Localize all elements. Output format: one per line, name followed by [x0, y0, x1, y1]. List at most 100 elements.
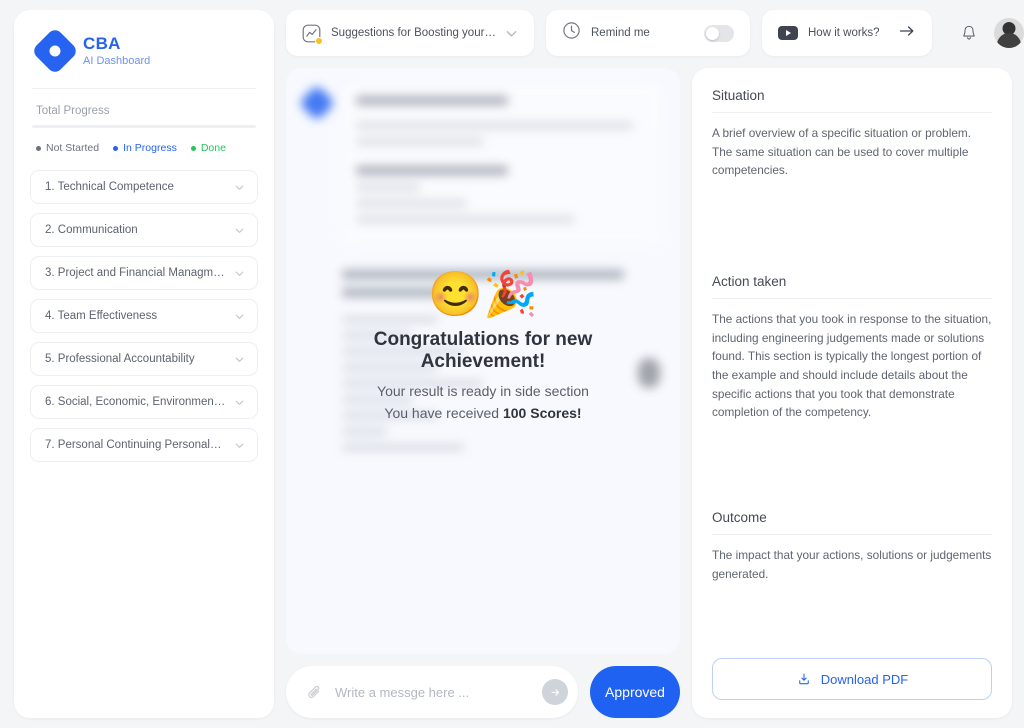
approved-button[interactable]: Approved: [590, 666, 680, 718]
bell-icon: [963, 25, 975, 40]
diamond-logo-icon: [30, 26, 80, 76]
suggestions-label: Suggestions for Boosting your CV: [331, 27, 497, 39]
text-line: [356, 200, 467, 207]
message-composer[interactable]: [286, 666, 578, 718]
legend-item-done: Done: [190, 142, 226, 154]
app-root: CBA AI Dashboard Total Progress Not Star…: [0, 0, 1024, 728]
text-line: [356, 96, 508, 105]
competency-label: 7. Personal Continuing PersonalDevelop..…: [45, 439, 234, 451]
section-body: A brief overview of a specific situation…: [712, 126, 971, 178]
section-divider: [712, 298, 992, 299]
score-value: 100 Scores!: [502, 404, 582, 421]
chevron-down-icon: [235, 271, 244, 276]
sidebar-item-team-effectiveness[interactable]: 4. Team Effectiveness: [30, 299, 258, 333]
paperclip-icon[interactable]: [306, 684, 323, 701]
remind-left: Remind me: [562, 21, 650, 45]
competency-label: 4. Team Effectiveness: [45, 310, 158, 322]
status-legend: Not Started In Progress Done: [36, 142, 258, 154]
legend-item-not-started: Not Started: [36, 142, 99, 154]
legend-item-in-progress: In Progress: [113, 142, 177, 154]
sidebar: CBA AI Dashboard Total Progress Not Star…: [14, 10, 274, 718]
congratulations-line-2: You have received 100 Scores!: [310, 403, 656, 425]
message-input[interactable]: [335, 684, 530, 700]
remind-me-toggle[interactable]: [704, 24, 734, 42]
user-avatar[interactable]: [994, 18, 1024, 48]
status-dot-in-progress: [113, 145, 119, 151]
competency-label: 3. Project and Financial Managment: [45, 267, 230, 279]
chevron-down-icon: [235, 185, 244, 190]
brand-title: CBA: [83, 34, 121, 54]
chat-panel: 😊🎉 Congratulations for new Achievement! …: [286, 68, 680, 654]
sidebar-item-communication[interactable]: 2. Communication: [30, 213, 258, 247]
section-divider: [712, 534, 992, 535]
assistant-message: [298, 84, 662, 244]
score-prefix: You have received: [384, 404, 503, 421]
text-line: [356, 138, 485, 145]
chevron-down-icon: [235, 443, 244, 448]
celebration-emoji-icon: 😊🎉: [428, 270, 538, 319]
notification-badge-dot: [315, 36, 323, 45]
sidebar-item-personal-continuing-development[interactable]: 7. Personal Continuing PersonalDevelop..…: [30, 428, 258, 462]
section-situation: Situation A brief overview of a specific…: [712, 88, 992, 274]
suggestions-left: Suggestions for Boosting your CV: [302, 24, 497, 45]
chevron-down-icon: [235, 228, 244, 233]
details-panel: Situation A brief overview of a specific…: [692, 68, 1012, 718]
send-message-button[interactable]: [542, 679, 568, 705]
text-line: [356, 184, 421, 191]
legend-label-done: Done: [200, 142, 226, 154]
section-title: Situation: [712, 88, 765, 103]
competency-label: 1. Technical Competence: [45, 181, 174, 193]
section-body: The impact that your actions, solutions …: [712, 548, 992, 581]
text-line: [356, 216, 575, 223]
sidebar-divider: [32, 88, 256, 89]
section-title: Action taken: [712, 274, 787, 289]
how-it-works-left: How it works?: [778, 26, 880, 40]
download-pdf-button[interactable]: Download PDF: [712, 658, 992, 700]
notifications-button[interactable]: [956, 20, 982, 46]
chevron-down-icon: [235, 400, 244, 405]
status-dot-done: [190, 145, 196, 151]
text-line: [356, 166, 508, 175]
competency-list: 1. Technical Competence 2. Communication…: [30, 170, 258, 462]
text-line: [342, 428, 387, 435]
topbar: Suggestions for Boosting your CV Remind …: [286, 10, 1024, 56]
chat-column: 😊🎉 Congratulations for new Achievement! …: [286, 68, 680, 718]
text-line: [342, 444, 464, 451]
competency-label: 2. Communication: [45, 224, 138, 236]
sidebar-item-project-and-financial-managment[interactable]: 3. Project and Financial Managment: [30, 256, 258, 290]
brand-subtitle: AI Dashboard: [83, 54, 151, 67]
chat-input-row: Approved: [286, 666, 680, 718]
assistant-message-card: [342, 84, 662, 244]
how-it-works-label: How it works?: [808, 27, 880, 39]
suggestions-dropdown[interactable]: Suggestions for Boosting your CV: [286, 10, 534, 56]
status-dot-not-started: [36, 145, 41, 151]
section-action-taken: Action taken The actions that you took i…: [712, 274, 992, 510]
congratulations-line-1: Your result is ready in side section: [377, 383, 589, 399]
how-it-works-card[interactable]: How it works?: [762, 10, 932, 56]
chevron-down-icon: [235, 357, 244, 362]
chevron-down-icon: [235, 314, 244, 319]
remind-me-card[interactable]: Remind me: [546, 10, 750, 56]
assistant-avatar-icon: [298, 84, 336, 122]
remind-me-label: Remind me: [591, 27, 650, 39]
download-icon: [798, 673, 809, 685]
chevron-down-icon: [506, 30, 517, 37]
congratulations-subtitle: Your result is ready in side section You…: [310, 381, 656, 424]
main-column: Suggestions for Boosting your CV Remind …: [286, 10, 1024, 718]
sidebar-item-professional-accountability[interactable]: 5. Professional Accountability: [30, 342, 258, 376]
sidebar-item-social-economic-environmental[interactable]: 6. Social, Economic, Environmental...: [30, 385, 258, 419]
section-title: Outcome: [712, 510, 767, 525]
competency-label: 5. Professional Accountability: [45, 353, 195, 365]
trend-chart-icon: [302, 24, 323, 45]
competency-label: 6. Social, Economic, Environmental...: [45, 396, 234, 408]
clock-icon: [562, 21, 581, 45]
content-row: 😊🎉 Congratulations for new Achievement! …: [286, 68, 1012, 718]
arrow-right-circle-icon: [551, 688, 559, 696]
sidebar-item-technical-competence[interactable]: 1. Technical Competence: [30, 170, 258, 204]
legend-label-in-progress: In Progress: [123, 142, 177, 154]
section-outcome: Outcome The impact that your actions, so…: [712, 510, 992, 658]
text-line: [356, 122, 634, 129]
arrow-right-icon: [898, 22, 916, 45]
congratulations-title: Congratulations for new Achievement!: [373, 329, 593, 372]
legend-label-not-started: Not Started: [46, 142, 100, 154]
